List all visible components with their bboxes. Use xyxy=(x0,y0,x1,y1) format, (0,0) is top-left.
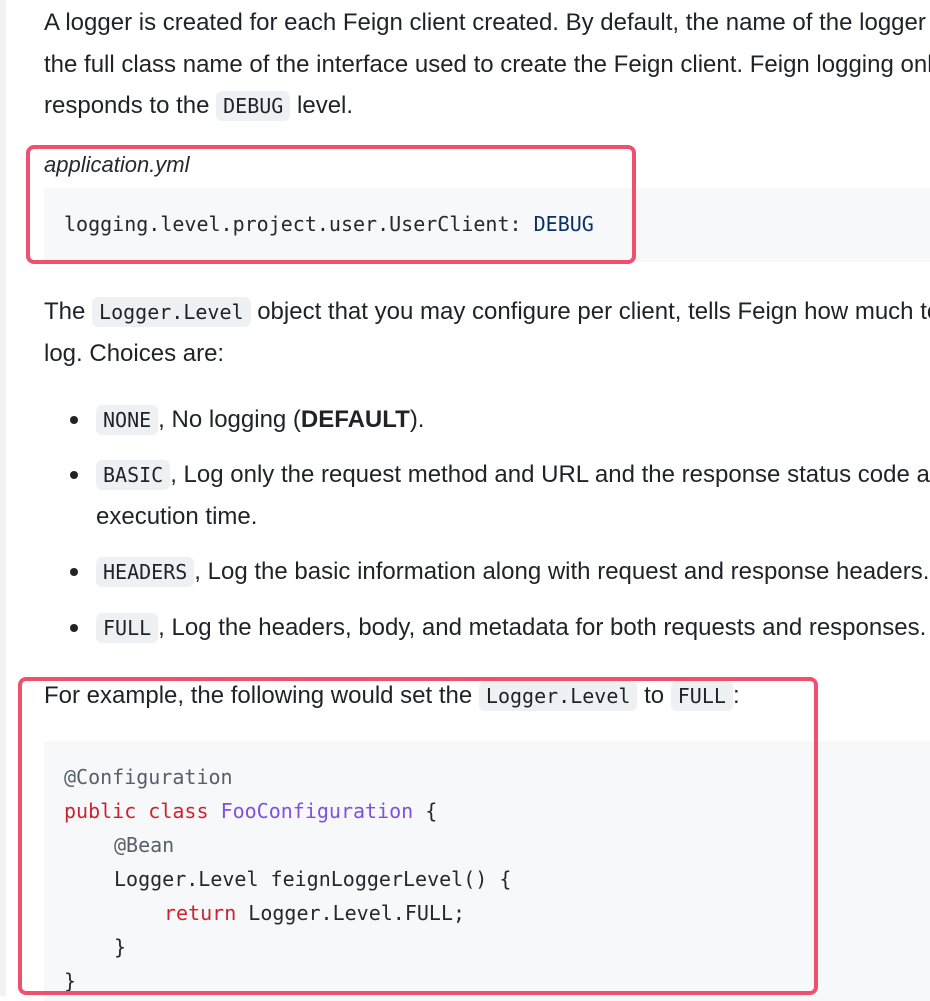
java-code-block: @Configuration public class FooConfigura… xyxy=(44,741,930,1001)
kw-public: public xyxy=(64,799,137,823)
none-inline-code: NONE xyxy=(96,405,159,435)
class-name: FooConfiguration xyxy=(220,799,414,823)
full-inline-code: FULL xyxy=(96,613,159,643)
code-line-5: return Logger.Level.FULL; xyxy=(164,901,465,925)
list-item-text: BASIC, Log only the request method and U… xyxy=(96,454,930,496)
example-full-code: FULL xyxy=(670,681,733,711)
intro-line-3-end: level. xyxy=(290,92,354,119)
code-line-3: @Bean xyxy=(114,833,175,857)
list-item-text: FULL, Log the headers, body, and metadat… xyxy=(96,607,926,649)
bullet-icon xyxy=(70,624,78,632)
intro-line-3: responds to the DEBUG level. xyxy=(44,85,353,127)
bullet-icon xyxy=(70,416,78,424)
code-line-4: Logger.Level feignLoggerLevel() { xyxy=(114,867,512,891)
basic-inline-code: BASIC xyxy=(96,460,171,490)
example-para: For example, the following would set the… xyxy=(44,675,740,717)
level-para-pre: The xyxy=(44,298,93,325)
list-item-text: NONE, No logging (DEFAULT). xyxy=(96,399,424,441)
yml-value: DEBUG xyxy=(533,212,594,236)
bullet-icon xyxy=(70,568,78,576)
example-post: : xyxy=(732,682,740,709)
logger-level-inline-code: Logger.Level xyxy=(92,297,251,327)
code-line-2-rest: { xyxy=(413,799,438,823)
code-line-2: public class FooConfiguration { xyxy=(64,799,437,823)
example-mid: to xyxy=(637,682,671,709)
full-desc: , Log the headers, body, and metadata fo… xyxy=(158,614,927,641)
kw-class: class xyxy=(148,799,209,823)
code-line-5-rest: Logger.Level.FULL; xyxy=(236,901,466,925)
none-desc-end: ). xyxy=(409,406,425,433)
debug-inline-code: DEBUG xyxy=(216,91,291,121)
headers-desc: , Log the basic information along with r… xyxy=(194,558,930,585)
code-line-7: } xyxy=(64,969,77,993)
kw-return: return xyxy=(164,901,237,925)
basic-desc: , Log only the request method and URL an… xyxy=(170,461,930,488)
code-line-6: } xyxy=(114,935,127,959)
example-logger-level-code: Logger.Level xyxy=(478,681,638,711)
basic-desc-line-2: execution time. xyxy=(96,503,258,530)
default-bold: DEFAULT xyxy=(300,406,410,433)
yml-filename: application.yml xyxy=(44,152,190,177)
yml-code-block: logging.level.project.user.UserClient: D… xyxy=(44,188,930,262)
bullet-icon xyxy=(70,471,78,479)
level-para-line-1: The Logger.Level object that you may con… xyxy=(44,291,930,333)
example-pre: For example, the following would set the xyxy=(44,682,479,709)
page-left-edge xyxy=(0,0,6,996)
level-para-line-2: log. Choices are: xyxy=(44,340,225,367)
headers-inline-code: HEADERS xyxy=(96,557,195,587)
list-item-text: HEADERS, Log the basic information along… xyxy=(96,551,929,593)
level-para-post: object that you may configure per client… xyxy=(250,298,930,325)
yml-code-line: logging.level.project.user.UserClient: D… xyxy=(64,212,594,236)
intro-line-2: the full class name of the interface use… xyxy=(44,51,930,78)
code-line-1: @Configuration xyxy=(64,765,233,789)
intro-line-1: A logger is created for each Feign clien… xyxy=(44,9,930,36)
yml-key: logging.level.project.user.UserClient: xyxy=(64,212,522,236)
none-desc: , No logging ( xyxy=(158,406,301,433)
intro-line-3-text: responds to the xyxy=(44,92,217,119)
